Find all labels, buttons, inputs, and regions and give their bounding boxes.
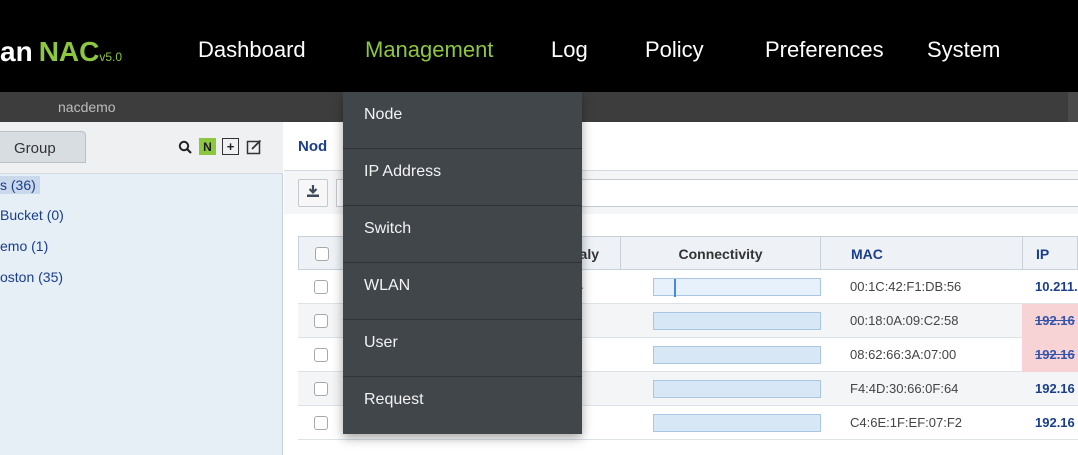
- column-header-ip[interactable]: IP: [1023, 237, 1078, 271]
- site-name[interactable]: nacdemo: [58, 99, 116, 115]
- mac-address: C4:6E:1F:EF:07:F2: [850, 415, 962, 430]
- connectivity-bar: [653, 312, 821, 330]
- management-dropdown-menu: Node IP Address Switch WLAN User Request: [343, 92, 582, 434]
- row-checkbox[interactable]: [314, 314, 328, 328]
- mac-address: 08:62:66:3A:07:00: [850, 347, 957, 362]
- brand-logo[interactable]: an NACv5.0: [0, 36, 122, 68]
- ip-address[interactable]: 192.16: [1035, 381, 1075, 396]
- group-panel-header: Group N +: [0, 122, 283, 174]
- download-button[interactable]: [298, 179, 328, 207]
- menu-item-node[interactable]: Node: [343, 92, 582, 149]
- menu-item-wlan[interactable]: WLAN: [343, 263, 582, 320]
- tree-item[interactable]: s (36): [0, 176, 40, 194]
- nav-log[interactable]: Log: [551, 37, 588, 63]
- mac-address: 00:1C:42:F1:DB:56: [850, 279, 962, 294]
- app-window: an NACv5.0 Dashboard Management Log Polic…: [0, 0, 1078, 455]
- tab-group[interactable]: Group: [0, 131, 86, 163]
- connectivity-bar: [653, 346, 821, 364]
- mac-address: 00:18:0A:09:C2:58: [850, 313, 959, 328]
- group-panel: Group N + s (36) Bucket (0) emo (1) osto…: [0, 122, 283, 455]
- download-icon: [306, 184, 320, 203]
- search-icon[interactable]: [176, 138, 193, 155]
- ip-cell: 192.16: [1022, 372, 1078, 406]
- menu-item-switch[interactable]: Switch: [343, 206, 582, 263]
- row-checkbox[interactable]: [314, 416, 328, 430]
- menu-item-ip-address[interactable]: IP Address: [343, 149, 582, 206]
- ip-address[interactable]: 192.16: [1035, 415, 1075, 430]
- ip-address[interactable]: 192.16: [1035, 313, 1075, 328]
- ip-address[interactable]: 192.16: [1035, 347, 1075, 362]
- nav-policy[interactable]: Policy: [645, 37, 704, 63]
- ip-address[interactable]: 10.211.: [1035, 279, 1078, 294]
- row-checkbox[interactable]: [314, 280, 328, 294]
- nav-dashboard[interactable]: Dashboard: [198, 37, 306, 63]
- ip-cell-blocked: 192.16: [1022, 304, 1078, 338]
- nav-management[interactable]: Management: [365, 37, 493, 63]
- row-checkbox[interactable]: [314, 348, 328, 362]
- nav-system[interactable]: System: [927, 37, 1000, 63]
- column-header-mac[interactable]: MAC: [821, 237, 1023, 271]
- n-icon[interactable]: N: [199, 138, 216, 155]
- menu-item-request[interactable]: Request: [343, 377, 582, 434]
- add-icon[interactable]: +: [222, 138, 239, 155]
- tree-item[interactable]: emo (1): [0, 238, 48, 254]
- ip-cell-blocked: 192.16: [1022, 338, 1078, 372]
- brand-version: v5.0: [99, 50, 123, 64]
- brand-product: NAC: [38, 36, 100, 67]
- connectivity-bar: [653, 278, 821, 297]
- brand-name: an: [0, 36, 33, 67]
- edit-icon[interactable]: [245, 138, 262, 155]
- page-title: Nod: [298, 138, 328, 155]
- tree-item[interactable]: oston (35): [0, 269, 63, 285]
- ip-cell: 192.16: [1022, 406, 1078, 440]
- connectivity-marker: [674, 279, 676, 297]
- ip-cell: 10.211.: [1022, 270, 1078, 304]
- site-bar-edge: [1068, 92, 1078, 122]
- top-navigation-bar: an NACv5.0 Dashboard Management Log Polic…: [0, 0, 1078, 92]
- connectivity-bar: [653, 414, 821, 432]
- group-toolbar: N +: [176, 138, 262, 155]
- connectivity-bar: [653, 380, 821, 398]
- mac-address: F4:4D:30:66:0F:64: [850, 381, 959, 396]
- nav-preferences[interactable]: Preferences: [765, 37, 884, 63]
- menu-item-user[interactable]: User: [343, 320, 582, 377]
- column-header-connectivity[interactable]: Connectivity: [621, 237, 821, 271]
- row-checkbox[interactable]: [314, 382, 328, 396]
- tree-item[interactable]: Bucket (0): [0, 207, 64, 223]
